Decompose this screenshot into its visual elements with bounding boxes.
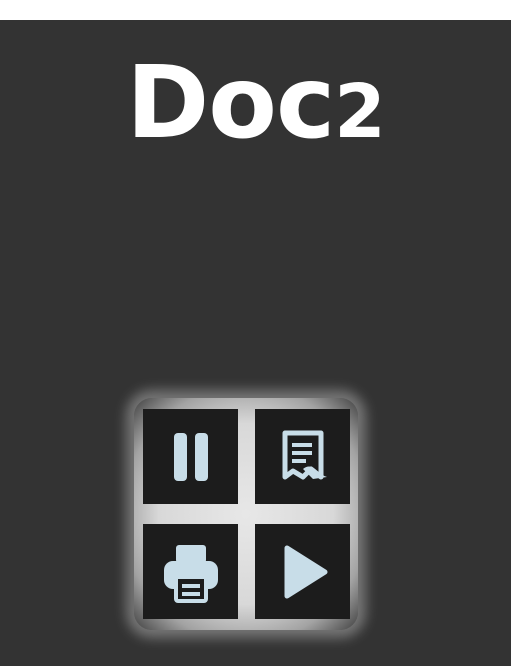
play-icon [284, 545, 327, 598]
document-icon [282, 430, 327, 479]
play-button[interactable] [255, 524, 350, 619]
app-title-suffix: 2 [334, 69, 385, 155]
top-strip [0, 0, 511, 20]
app-title-text: Doc [126, 44, 335, 161]
pause-icon [173, 432, 208, 481]
app-title: Doc2 [0, 53, 511, 153]
document-button[interactable] [255, 409, 350, 504]
print-button[interactable] [143, 524, 238, 619]
pause-button[interactable] [143, 409, 238, 504]
printer-icon [163, 544, 218, 603]
